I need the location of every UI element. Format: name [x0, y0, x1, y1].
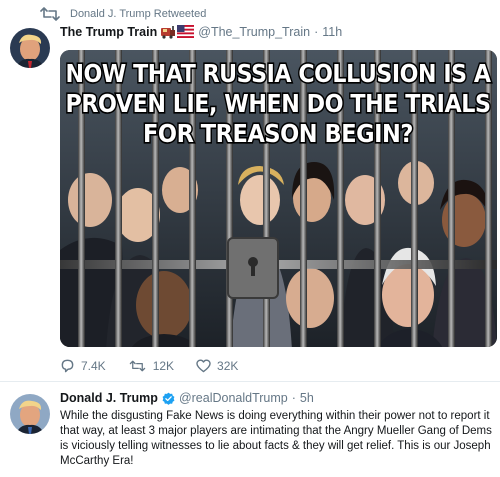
tweet-media-image[interactable]: NOW THAT RUSSIA COLLUSION IS A PROVEN LI…	[60, 50, 497, 347]
like-count: 32K	[217, 358, 239, 373]
reply-icon	[61, 359, 74, 373]
verified-badge-icon	[162, 392, 175, 405]
retweet-count: 12K	[152, 358, 175, 373]
meme-caption-line-1: NOW THAT RUSSIA COLLUSION IS A	[66, 59, 492, 88]
handle[interactable]: @The_Trump_Train	[198, 25, 310, 39]
display-name[interactable]: The Trump Train	[60, 25, 157, 39]
tweet-divider	[0, 381, 500, 382]
separator: ·	[314, 25, 319, 39]
tweet-header: The Trump Train @The_Trump_Train · 11h	[60, 25, 342, 39]
tweet-actions: 7.4K 12K 32K	[60, 358, 238, 373]
like-button[interactable]: 32K	[196, 359, 238, 373]
retweet-icon	[129, 360, 145, 371]
timestamp[interactable]: 5h	[300, 391, 314, 405]
display-name[interactable]: Donald J. Trump	[60, 391, 158, 405]
retweet-context-label[interactable]: Donald J. Trump Retweeted	[70, 8, 206, 20]
us-flag-emoji-icon	[177, 25, 195, 38]
meme-caption-line-2: PROVEN LIE, WHEN DO THE TRIALS	[66, 89, 491, 118]
retweet-context: Donald J. Trump Retweeted	[12, 6, 206, 22]
avatar[interactable]	[10, 28, 50, 68]
reply-count: 7.4K	[81, 358, 106, 373]
train-emoji-icon	[161, 26, 176, 39]
retweet-icon	[40, 7, 60, 21]
reply-button[interactable]: 7.4K	[60, 358, 106, 373]
retweet-button[interactable]: 12K	[128, 359, 174, 373]
tweet-text: While the disgusting Fake News is doing …	[60, 410, 492, 467]
timestamp[interactable]: 11h	[322, 25, 342, 39]
avatar[interactable]	[10, 394, 50, 434]
handle[interactable]: @realDonaldTrump	[179, 391, 288, 405]
tweet-header: Donald J. Trump @realDonaldTrump · 5h	[60, 391, 314, 405]
meme-caption-line-3: FOR TREASON BEGIN?	[143, 119, 413, 148]
like-heart-icon	[196, 359, 211, 372]
separator: ·	[291, 391, 296, 405]
